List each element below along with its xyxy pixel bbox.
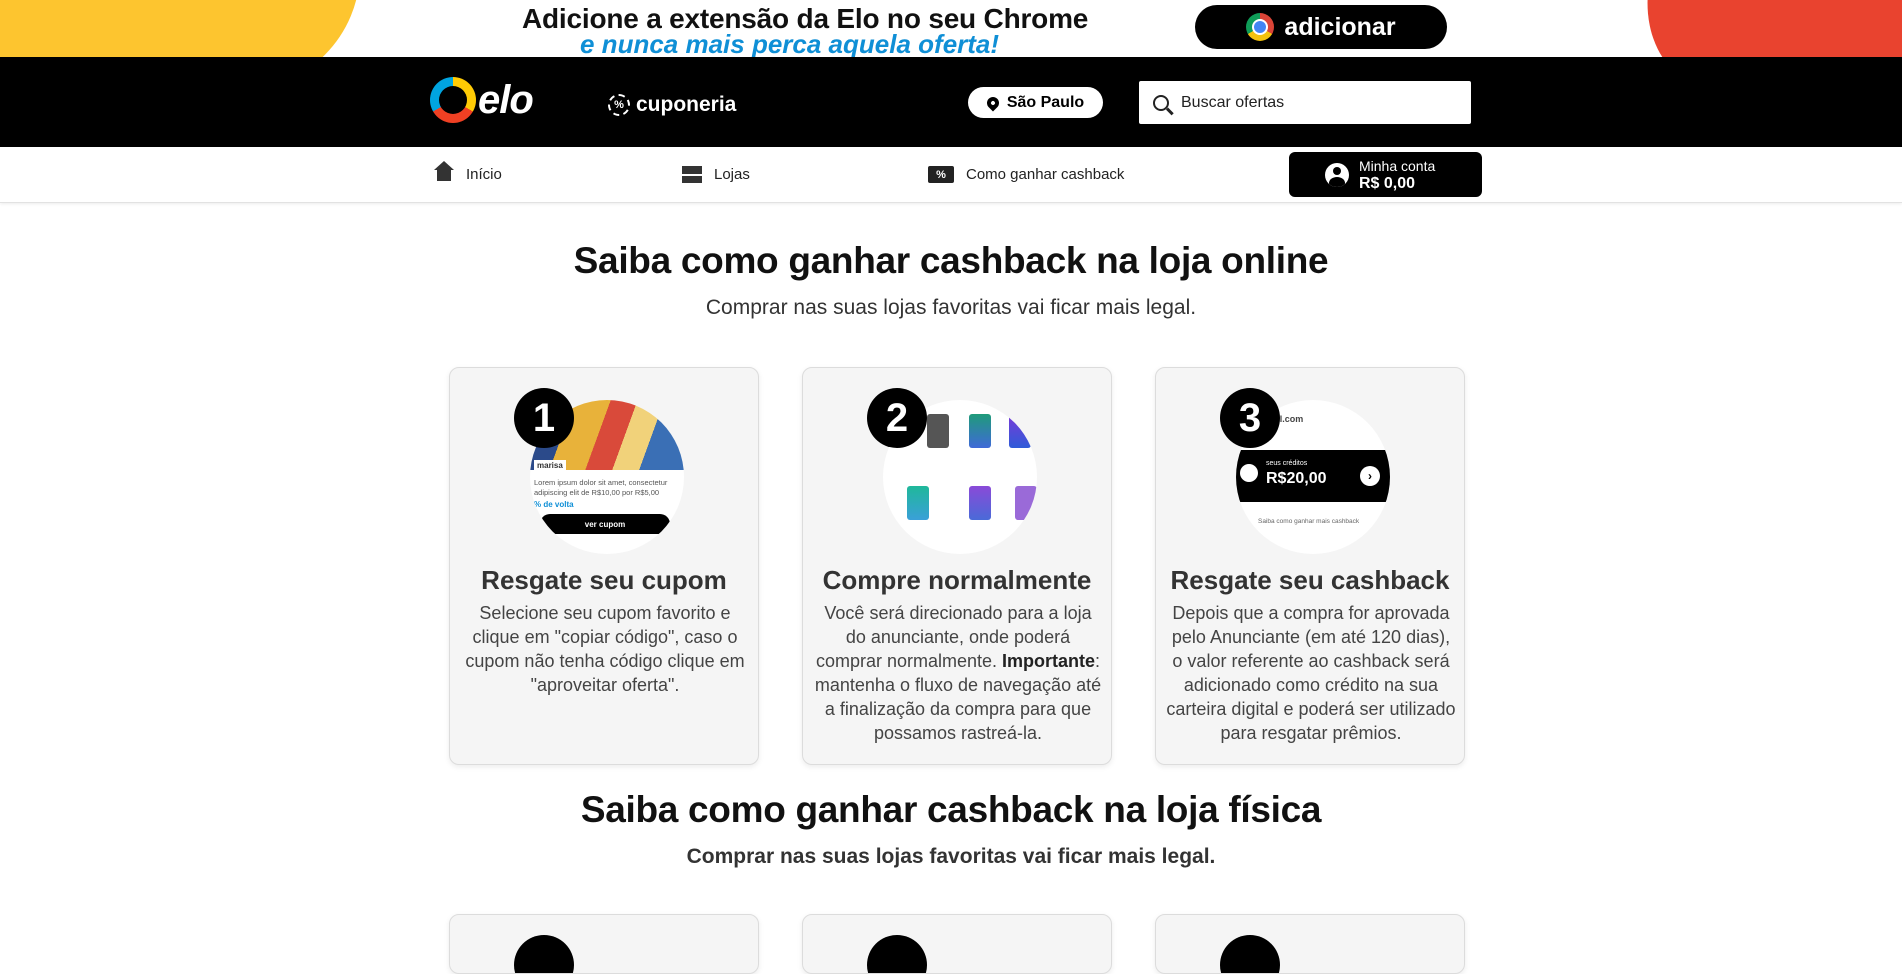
nav-item-lojas[interactable]: Lojas <box>682 166 750 183</box>
step-number-badge: 3 <box>1220 388 1280 448</box>
step-card-2: 2 Compre normalmente Você será direciona… <box>802 367 1112 765</box>
physical-step-card-1 <box>449 914 759 974</box>
nav-item-label: Como ganhar cashback <box>966 166 1125 183</box>
nav-item-label: Início <box>466 166 502 183</box>
account-label: Minha conta <box>1359 157 1436 174</box>
site-header: elo <box>0 57 1902 147</box>
phone-thumbnail <box>1009 414 1031 448</box>
location-pin-icon <box>984 94 1002 111</box>
step-title: Resgate seu cupom <box>481 565 727 595</box>
step-text-emphasis: Importante <box>1002 651 1096 671</box>
step-number-badge <box>867 935 927 973</box>
view-coupon-illustration-button: ver cupom <box>540 514 670 534</box>
piggy-bank-icon <box>1240 464 1258 482</box>
step-card-1: 1 marisa Lorem ipsum dolor sit amet, con… <box>449 367 759 765</box>
promo-subheadline: e nunca mais perca aquela oferta! <box>580 29 1000 57</box>
phone-thumbnail <box>927 414 949 448</box>
extension-promo-banner: Adicione a extensão da Elo no seu Chrome… <box>0 0 1902 57</box>
nav-item-como-ganhar-cashback[interactable]: % Como ganhar cashback <box>928 166 1124 183</box>
step-number-badge: 2 <box>867 388 927 448</box>
elo-logo-text: elo <box>478 77 534 122</box>
search-input[interactable] <box>1181 93 1451 112</box>
elo-logo-icon <box>430 77 476 123</box>
search-bar[interactable] <box>1139 81 1471 124</box>
step-description: Você será direcionado para a loja do anu… <box>813 601 1103 745</box>
credits-card: seus créditos R$20,00 › <box>1236 450 1390 502</box>
add-extension-label: adicionar <box>1284 12 1396 41</box>
search-icon <box>1153 94 1169 111</box>
online-section-subtitle: Comprar nas suas lojas favoritas vai fic… <box>705 296 1197 319</box>
cashback-icon: % <box>928 166 954 183</box>
physical-section-subtitle: Comprar nas suas lojas favoritas vai fic… <box>686 845 1216 868</box>
online-section-title: Saiba como ganhar cashback na loja onlin… <box>573 240 1329 281</box>
main-nav: Início Lojas % Como ganhar cashback Minh… <box>0 147 1902 203</box>
step-description: Selecione seu cupom favorito e clique em… <box>465 603 745 695</box>
phone-thumbnail <box>969 414 991 448</box>
banner-decoration-red <box>1609 0 1902 57</box>
chrome-icon <box>1246 13 1275 41</box>
cuponeria-label: cuponeria <box>636 93 737 116</box>
coupon-percent-icon: % <box>608 94 630 116</box>
account-circle-icon <box>1325 162 1349 187</box>
credits-value: R$20,00 <box>1266 470 1327 487</box>
credits-label: seus créditos <box>1266 460 1308 467</box>
phone-thumbnail <box>969 486 991 520</box>
step-title: Resgate seu cashback <box>1170 565 1450 595</box>
phone-thumbnail <box>1015 486 1037 520</box>
add-extension-button[interactable]: adicionar <box>1195 5 1447 49</box>
my-account-button[interactable]: Minha conta R$ 0,00 <box>1289 152 1482 197</box>
step-description: Depois que a compra for aprovada pelo An… <box>1166 603 1456 743</box>
banner-decoration-yellow <box>0 0 360 57</box>
home-icon <box>434 160 454 183</box>
cashback-tag: % de volta <box>534 500 574 509</box>
account-text: Minha conta R$ 0,00 <box>1359 158 1435 192</box>
step-card-3: 3 @gmail.com seus créditos R$20,00 › Sai… <box>1155 367 1465 765</box>
phone-thumbnail <box>907 486 929 520</box>
physical-step-card-2 <box>802 914 1112 974</box>
nav-item-inicio[interactable]: Início <box>434 160 502 183</box>
city-selector[interactable]: São Paulo <box>968 87 1103 118</box>
account-balance: R$ 0,00 <box>1359 174 1416 192</box>
step-number-badge <box>514 935 574 973</box>
step-number-badge <box>1220 935 1280 973</box>
chevron-right-icon: › <box>1360 466 1380 486</box>
store-brand: marisa <box>534 460 566 471</box>
nav-item-label: Lojas <box>714 166 750 183</box>
physical-section-title: Saiba como ganhar cashback na loja físic… <box>580 789 1322 830</box>
step-number-badge: 1 <box>514 388 574 448</box>
coupon-description: Lorem ipsum dolor sit amet, consectetur … <box>534 478 668 497</box>
step-title: Compre normalmente <box>822 565 1092 595</box>
store-icon <box>682 166 702 183</box>
credits-link: Saiba como ganhar mais cashback <box>1258 518 1360 525</box>
elo-logo[interactable]: elo <box>430 77 534 123</box>
physical-step-card-3 <box>1155 914 1465 974</box>
cuponeria-logo[interactable]: % cuponeria <box>608 93 736 117</box>
city-label: São Paulo <box>1006 93 1085 111</box>
